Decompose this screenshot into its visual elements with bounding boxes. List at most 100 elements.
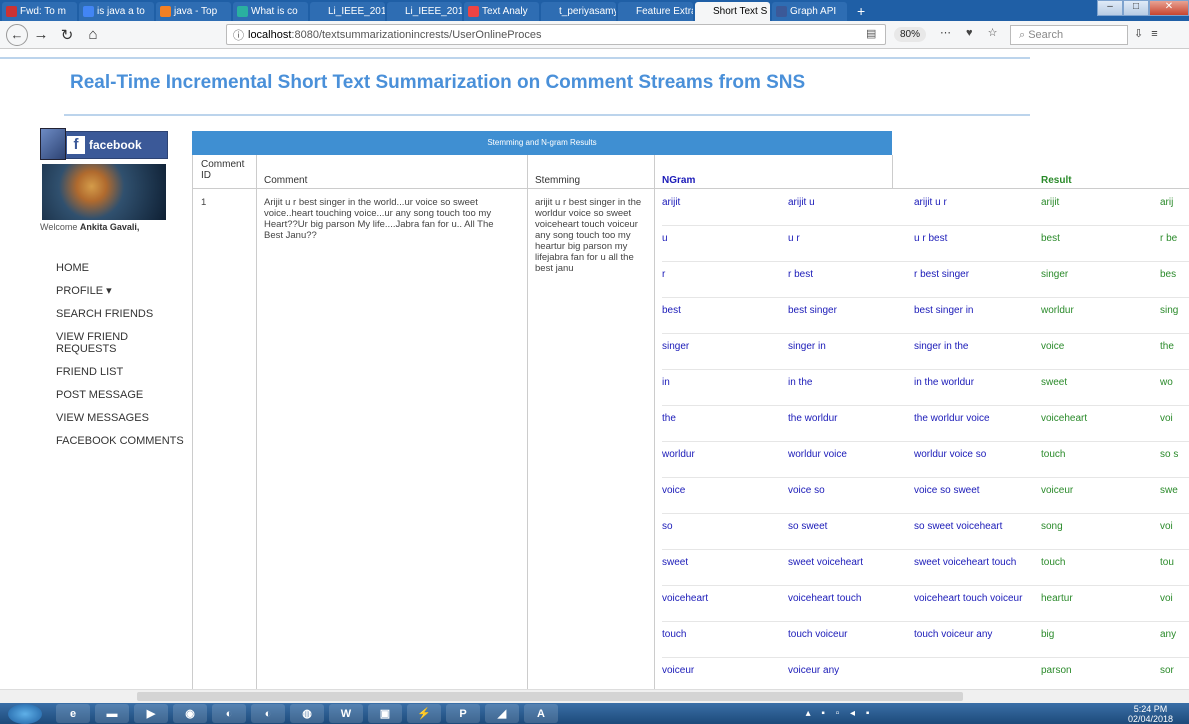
browser-tab[interactable]: What is co <box>233 2 308 21</box>
url-host: localhost <box>248 28 292 41</box>
row-separator <box>662 621 1189 622</box>
result-cell-clipped: tou <box>1160 557 1174 568</box>
col-divider <box>892 155 893 189</box>
unigram-cell: singer <box>662 341 690 352</box>
tab-favicon-icon <box>776 6 787 17</box>
info-icon[interactable]: ⓘ <box>233 27 244 43</box>
unigram-cell: in <box>662 377 670 388</box>
result-cell: song <box>1041 521 1063 532</box>
tab-label: What is co <box>251 6 298 17</box>
sidebar-item-profile[interactable]: PROFILE ▾ <box>56 285 186 297</box>
home-icon[interactable]: ⌂ <box>80 26 106 43</box>
sidebar-item-search-friends[interactable]: SEARCH FRIENDS <box>56 308 186 320</box>
maximize-button[interactable]: □ <box>1123 0 1149 16</box>
browser-tab[interactable]: Fwd: To m <box>2 2 77 21</box>
chrome-icon[interactable]: ◍ <box>290 704 324 723</box>
trigram-cell: voiceheart touch voiceur <box>914 593 1023 604</box>
browser-tab[interactable]: t_periyasamy.p <box>541 2 616 21</box>
pdf-icon[interactable]: A <box>524 704 558 723</box>
unigram-cell: best <box>662 305 681 316</box>
sidebar-item-facebook-comments[interactable]: FACEBOOK COMMENTS <box>56 435 186 447</box>
search-field[interactable]: ⌕ Search <box>1010 25 1128 45</box>
sidebar-item-home[interactable]: HOME <box>56 262 186 274</box>
bigram-cell: worldur voice <box>788 449 847 460</box>
back-button[interactable]: ← <box>6 23 28 46</box>
header-result: Result <box>1041 175 1072 186</box>
bigram-cell: the worldur <box>788 413 838 424</box>
bigram-cell: sweet voiceheart <box>788 557 864 568</box>
start-button[interactable] <box>8 703 42 724</box>
powerpoint-icon[interactable]: P <box>446 704 480 723</box>
media-icon[interactable]: ▶ <box>134 704 168 723</box>
bigram-cell: arijit u <box>788 197 815 208</box>
sidebar-item-friend-list[interactable]: FRIEND LIST <box>56 366 186 378</box>
ie-icon[interactable]: e <box>56 704 90 723</box>
app-icon[interactable]: ◐ <box>251 704 285 723</box>
tab-favicon-icon <box>699 6 710 17</box>
result-cell-clipped: the <box>1160 341 1174 352</box>
url-bar[interactable]: ⓘ localhost:8080/textsummarizationincres… <box>226 24 886 45</box>
trigram-cell: sweet voiceheart touch <box>914 557 1017 568</box>
sidebar-item-post-message[interactable]: POST MESSAGE <box>56 389 186 401</box>
welcome-text: Welcome Ankita Gavali, <box>40 222 180 232</box>
title-rule <box>64 114 1030 116</box>
browser-tab[interactable]: Short Text S✕ <box>695 2 770 21</box>
bigram-cell: best singer <box>788 305 837 316</box>
browser-tab[interactable]: is java a to <box>79 2 154 21</box>
app-icon[interactable]: ▣ <box>368 704 402 723</box>
unigram-cell: voiceheart <box>662 593 709 604</box>
table-caption: Stemming and N-gram Results <box>192 131 892 155</box>
row-separator <box>662 225 1189 226</box>
row-separator <box>662 549 1189 550</box>
result-cell: touch <box>1041 557 1066 568</box>
unigram-cell: u <box>662 233 668 244</box>
row-separator <box>662 441 1189 442</box>
tab-favicon-icon <box>83 6 94 17</box>
reader-view-icon[interactable]: ▤ <box>866 27 876 40</box>
app-icon[interactable]: ◢ <box>485 704 519 723</box>
clock-date: 02/04/2018 <box>1127 713 1173 724</box>
result-cell-clipped: wo <box>1160 377 1173 388</box>
browser-tab[interactable]: Graph API <box>772 2 847 21</box>
col-divider <box>256 155 257 689</box>
word-icon[interactable]: W <box>329 704 363 723</box>
toolbar-icons[interactable]: ⇩≡ <box>1134 27 1166 40</box>
sidebar-item-view-messages[interactable]: VIEW MESSAGES <box>56 412 186 424</box>
firefox-icon[interactable]: ◉ <box>173 704 207 723</box>
sidebar-item-view-friend-requests[interactable]: VIEW FRIEND REQUESTS <box>56 331 186 355</box>
bigram-cell: in the <box>788 377 813 388</box>
browser-tab[interactable]: Feature Extract <box>618 2 693 21</box>
header-ngram: NGram <box>662 175 696 186</box>
minimize-button[interactable]: – <box>1097 0 1123 16</box>
tab-label: Li_IEEE_2017.p <box>328 6 385 17</box>
result-cell-clipped: arij <box>1160 197 1174 208</box>
forward-button[interactable]: → <box>28 26 54 43</box>
trigram-cell: singer in the <box>914 341 969 352</box>
app-icon[interactable]: ⚡ <box>407 704 441 723</box>
browser-tab[interactable]: Text Analy <box>464 2 539 21</box>
close-window-button[interactable]: ✕ <box>1149 0 1189 16</box>
clock-time: 5:24 PM <box>1133 703 1168 714</box>
result-cell-clipped: voi <box>1160 413 1173 424</box>
zoom-level[interactable]: 80% <box>894 27 927 42</box>
unigram-cell: worldur <box>662 449 695 460</box>
bigram-cell: r best <box>788 269 814 280</box>
result-cell: voiceur <box>1041 485 1074 496</box>
scrollbar-thumb[interactable] <box>137 692 963 701</box>
system-tray-icons[interactable]: ▴ ▪ ▫ ◂ ▪ <box>806 708 874 719</box>
unigram-cell: voiceur <box>662 665 695 676</box>
result-cell: big <box>1041 629 1055 640</box>
browser-tab[interactable]: Li_IEEE_2017.p <box>310 2 385 21</box>
new-tab-button[interactable]: + <box>847 3 875 21</box>
browser-tab[interactable]: java - Top <box>156 2 231 21</box>
page-actions-icon[interactable]: ⋯ ♥ ☆ <box>940 26 1004 39</box>
unigram-cell: sweet <box>662 557 689 568</box>
app-icon[interactable]: ◐ <box>212 704 246 723</box>
horizontal-scrollbar[interactable] <box>0 689 1189 703</box>
explorer-icon[interactable]: ▬ <box>95 704 129 723</box>
col-divider <box>192 155 193 689</box>
browser-tab[interactable]: Li_IEEE_2017.p <box>387 2 462 21</box>
bigram-cell: singer in <box>788 341 826 352</box>
tab-label: java - Top <box>174 6 218 17</box>
reload-button[interactable]: ↻ <box>54 26 80 44</box>
